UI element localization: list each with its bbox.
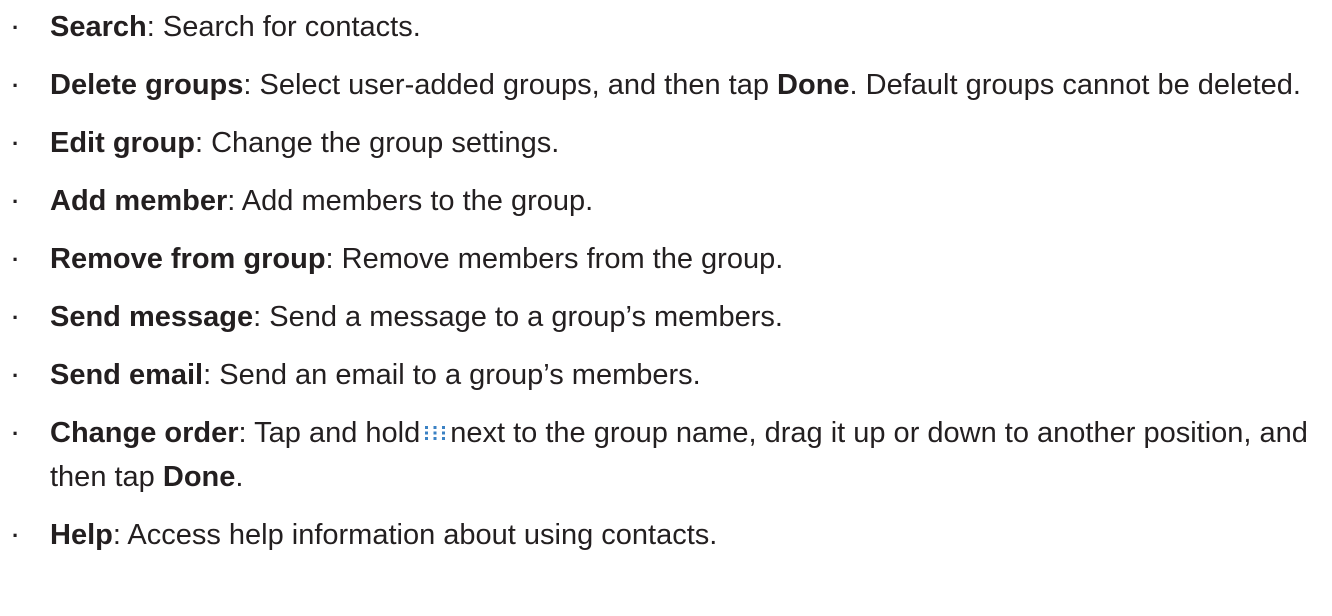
item-term: Search xyxy=(50,11,147,43)
bullet: · xyxy=(12,73,20,98)
item-description: Send a message to a group’s members. xyxy=(269,301,783,333)
bullet: · xyxy=(12,522,20,548)
separator: : xyxy=(227,185,242,217)
item-term: Add member xyxy=(50,185,228,217)
bullet: · xyxy=(12,305,20,330)
done-label: Done xyxy=(162,460,236,493)
bullet: · xyxy=(12,15,20,40)
item-description: Send an email to a group’s members. xyxy=(219,359,701,391)
separator: : xyxy=(112,518,128,551)
separator: : xyxy=(243,69,260,101)
bullet: · xyxy=(12,363,20,388)
list-item-remove-from-group: · Remove from group: Remove members from… xyxy=(0,238,1325,281)
item-term: Change order xyxy=(50,417,239,449)
item-term: Edit group xyxy=(50,127,195,159)
list-item-change-order: · Change order: Tap and hold next to the … xyxy=(0,412,1325,499)
done-label: Done xyxy=(777,69,850,101)
list-item-help: · Help: Access help information about us… xyxy=(0,514,1325,557)
menu-options-list: · Search: Search for contacts. · Delete … xyxy=(0,6,1332,557)
item-term: Send message xyxy=(50,301,254,333)
item-description-end: . xyxy=(235,460,244,493)
bullet: · xyxy=(12,247,20,272)
separator: : xyxy=(146,11,163,43)
separator: : xyxy=(194,127,212,159)
bullet: · xyxy=(12,189,20,214)
separator: : xyxy=(238,417,255,449)
item-term: Delete groups xyxy=(50,69,244,101)
list-item-search: · Search: Search for contacts. xyxy=(0,6,1325,49)
bullet: · xyxy=(12,421,20,446)
list-item-add-member: · Add member: Add members to the group. xyxy=(0,180,1325,223)
item-term: Help xyxy=(50,518,113,551)
list-item-send-email: · Send email: Send an email to a group’s… xyxy=(0,354,1325,397)
separator: : xyxy=(253,301,270,333)
separator: : xyxy=(203,359,220,391)
bullet: · xyxy=(12,131,20,156)
item-description: Add members to the group. xyxy=(241,185,594,217)
reorder-grip-icon xyxy=(424,411,446,454)
item-description: Access help information about using cont… xyxy=(127,518,718,551)
item-description: Search for contacts. xyxy=(162,11,421,43)
item-description: Select user-added groups, and then tap xyxy=(259,69,778,101)
item-term: Remove from group xyxy=(50,243,326,275)
separator: : xyxy=(325,243,342,275)
item-term: Send email xyxy=(50,359,204,391)
item-description: Change the group settings. xyxy=(211,127,560,159)
item-description: Tap and hold xyxy=(254,417,421,449)
item-description-cont: . Default groups cannot be deleted. xyxy=(849,69,1301,101)
item-description: Remove members from the group. xyxy=(341,243,784,275)
list-item-delete-groups: · Delete groups: Select user-added group… xyxy=(0,64,1325,107)
list-item-send-message: · Send message: Send a message to a grou… xyxy=(0,296,1325,339)
list-item-edit-group: · Edit group: Change the group settings. xyxy=(0,122,1325,165)
